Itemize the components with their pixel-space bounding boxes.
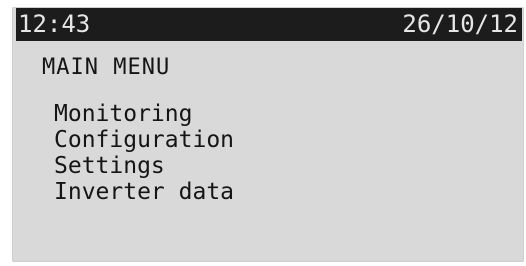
menu-item-monitoring[interactable]: Monitoring — [54, 101, 234, 127]
main-menu-list: Monitoring Configuration Settings Invert… — [54, 101, 234, 205]
menu-item-inverter-data[interactable]: Inverter data — [54, 179, 234, 205]
menu-item-configuration[interactable]: Configuration — [54, 127, 234, 153]
menu-item-settings[interactable]: Settings — [54, 153, 234, 179]
status-date: 26/10/12 — [402, 10, 518, 38]
status-time: 12:43 — [18, 10, 91, 38]
menu-title: MAIN MENU — [42, 55, 171, 80]
status-bar: 12:43 26/10/12 — [16, 8, 522, 41]
